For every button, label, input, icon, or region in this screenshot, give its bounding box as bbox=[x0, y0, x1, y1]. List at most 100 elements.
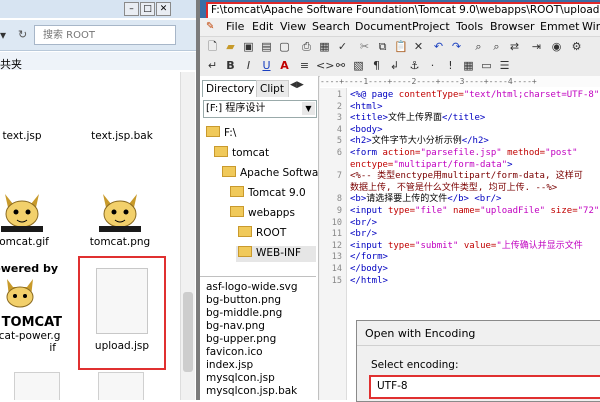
tree-node[interactable]: webapps bbox=[230, 206, 295, 220]
code-token: size= bbox=[550, 206, 578, 216]
file-item[interactable]: tomcat.png bbox=[78, 182, 162, 248]
drive-select[interactable]: [F:] 程序设计 ▼ bbox=[203, 100, 317, 118]
replace-icon[interactable]: ⇄ bbox=[508, 40, 521, 53]
comment-icon[interactable]: ! bbox=[444, 59, 457, 72]
menu-window[interactable]: Win bbox=[582, 20, 600, 33]
paragraph-icon[interactable]: ¶ bbox=[370, 59, 383, 72]
file-list-item[interactable]: mysqlcon.jsp bbox=[206, 372, 275, 385]
nbsp-icon[interactable]: · bbox=[426, 59, 439, 72]
tree-node-selected[interactable]: ROOT bbox=[238, 226, 286, 240]
font-color-icon[interactable]: A bbox=[278, 59, 291, 72]
save-icon[interactable]: ▣ bbox=[242, 40, 255, 53]
word-wrap-icon[interactable]: ↵ bbox=[206, 59, 219, 72]
chevron-down-icon[interactable]: ▼ bbox=[302, 102, 315, 115]
scrollbar-thumb[interactable] bbox=[183, 292, 193, 372]
close-button[interactable]: ✕ bbox=[156, 2, 171, 16]
save-all-icon[interactable]: ▤ bbox=[260, 40, 273, 53]
file-list-item[interactable]: bg-upper.png bbox=[206, 333, 276, 346]
tomcat-logo-icon bbox=[93, 182, 147, 236]
file-list-item[interactable]: bg-nav.png bbox=[206, 320, 265, 333]
menu-emmet[interactable]: Emmet bbox=[540, 20, 579, 33]
search-input[interactable] bbox=[35, 26, 163, 44]
toolbar-main: 🗋 ▰ ▣ ▤ ▢ ⎙ ▦ ✓ ✂ ⧉ 📋 ✕ ↶ ↷ ⌕ ⌕ ⇄ ⇥ ◉ ⚙ bbox=[200, 36, 600, 57]
file-list-item[interactable]: asf-logo-wide.svg bbox=[206, 281, 298, 294]
tree-node[interactable]: Apache Softwa bbox=[222, 166, 318, 180]
code-token: <br/> bbox=[350, 217, 378, 228]
delete-icon[interactable]: ✕ bbox=[412, 40, 425, 53]
code-token: </h2> bbox=[461, 136, 489, 147]
table-icon[interactable]: ▦ bbox=[462, 59, 475, 72]
close-file-icon[interactable]: ▢ bbox=[278, 40, 291, 53]
history-dropdown-icon[interactable]: ▾ bbox=[0, 26, 18, 44]
goto-icon[interactable]: ⇥ bbox=[530, 40, 543, 53]
print-icon[interactable]: ⎙ bbox=[300, 40, 313, 53]
tab-scroll-arrows-icon[interactable]: ◀▶ bbox=[290, 80, 304, 90]
file-item[interactable]: owered by TOMCAT tomcat-power.g if bbox=[0, 262, 62, 354]
file-name: text.jsp.bak bbox=[91, 130, 153, 142]
image-icon[interactable]: ▧ bbox=[352, 59, 365, 72]
new-file-icon[interactable]: 🗋 bbox=[206, 40, 219, 53]
tree-node[interactable]: tomcat bbox=[214, 146, 269, 160]
tree-node[interactable]: Tomcat 9.0 bbox=[230, 186, 306, 200]
italic-icon[interactable]: I bbox=[242, 59, 255, 72]
file-list-item[interactable]: favicon.ico bbox=[206, 346, 263, 359]
open-folder-icon[interactable]: ▰ bbox=[224, 40, 237, 53]
link-icon[interactable]: ⚯ bbox=[334, 59, 347, 72]
tree-node[interactable]: F:\ bbox=[206, 126, 236, 140]
tab-cliptext[interactable]: Clipt bbox=[256, 80, 289, 97]
menu-tools[interactable]: Tools bbox=[456, 20, 483, 33]
maximize-button[interactable]: □ bbox=[140, 2, 155, 16]
find-next-icon[interactable]: ⌕ bbox=[490, 40, 503, 53]
code-token: <%-- 类型enctype用multipart/form-data, 这样可 bbox=[350, 171, 583, 182]
code-line: </body> bbox=[350, 264, 388, 275]
file-list-item[interactable]: index.jsp bbox=[206, 359, 253, 372]
code-line: <%-- 类型enctype用multipart/form-data, 这样可 bbox=[350, 171, 583, 182]
minimize-button[interactable]: – bbox=[124, 2, 139, 16]
file-list-item[interactable]: bg-middle.png bbox=[206, 307, 282, 320]
anchor-icon[interactable]: ⚓ bbox=[408, 59, 421, 72]
list-icon[interactable]: ☰ bbox=[498, 59, 511, 72]
menu-document[interactable]: Document bbox=[355, 20, 412, 33]
undo-icon[interactable]: ↶ bbox=[432, 40, 445, 53]
code-token: <h2> bbox=[350, 136, 372, 147]
pencil-icon: ✎ bbox=[206, 21, 215, 32]
bold-icon[interactable]: B bbox=[224, 59, 237, 72]
form-icon[interactable]: ▭ bbox=[480, 59, 493, 72]
menu-project[interactable]: Project bbox=[412, 20, 450, 33]
file-item[interactable]: text.jsp.bak bbox=[80, 130, 164, 142]
settings-icon[interactable]: ⚙ bbox=[570, 40, 583, 53]
file-item[interactable]: text.jsp bbox=[0, 130, 64, 142]
tree-node[interactable]: WEB-INF bbox=[238, 246, 301, 260]
menu-search[interactable]: Search bbox=[312, 20, 350, 33]
tag-icon[interactable]: <> bbox=[316, 59, 334, 72]
align-icon[interactable]: ≡ bbox=[298, 59, 311, 72]
selected-file-item[interactable]: upload.jsp bbox=[78, 256, 166, 370]
paste-icon[interactable]: 📋 bbox=[394, 40, 408, 53]
browser-icon[interactable]: ◉ bbox=[550, 40, 563, 53]
encoding-select[interactable]: UTF-8 bbox=[369, 375, 600, 399]
find-icon[interactable]: ⌕ bbox=[472, 40, 485, 53]
preview-icon[interactable]: ▦ bbox=[318, 40, 331, 53]
menu-edit[interactable]: Edit bbox=[252, 20, 273, 33]
drive-select-value: [F:] 程序设计 bbox=[206, 103, 266, 114]
menu-browser[interactable]: Browser bbox=[490, 20, 535, 33]
copy-icon[interactable]: ⧉ bbox=[376, 40, 389, 53]
tab-directory[interactable]: Directory bbox=[202, 80, 257, 97]
explorer-scrollbar[interactable] bbox=[180, 72, 195, 400]
file-item[interactable]: tomcat.gif bbox=[0, 182, 64, 248]
code-token: </title> bbox=[441, 113, 486, 124]
spell-check-icon[interactable]: ✓ bbox=[336, 40, 349, 53]
menu-view[interactable]: View bbox=[280, 20, 306, 33]
file-list-item[interactable]: mysqlcon.jsp.bak bbox=[206, 385, 297, 398]
redo-icon[interactable]: ↷ bbox=[450, 40, 463, 53]
file-list-item[interactable]: bg-button.png bbox=[206, 294, 281, 307]
break-icon[interactable]: ↲ bbox=[388, 59, 401, 72]
search-box[interactable] bbox=[34, 25, 176, 45]
folder-icon bbox=[230, 186, 244, 197]
file-explorer-window: – □ ✕ ▾ ↻ 共夹 text.jsp text.jsp.bak bbox=[0, 0, 196, 400]
cut-icon[interactable]: ✂ bbox=[358, 40, 371, 53]
refresh-icon[interactable]: ↻ bbox=[18, 26, 32, 44]
menu-file[interactable]: File bbox=[226, 20, 244, 33]
code-token: value= bbox=[463, 240, 497, 251]
underline-icon[interactable]: U bbox=[260, 59, 273, 72]
